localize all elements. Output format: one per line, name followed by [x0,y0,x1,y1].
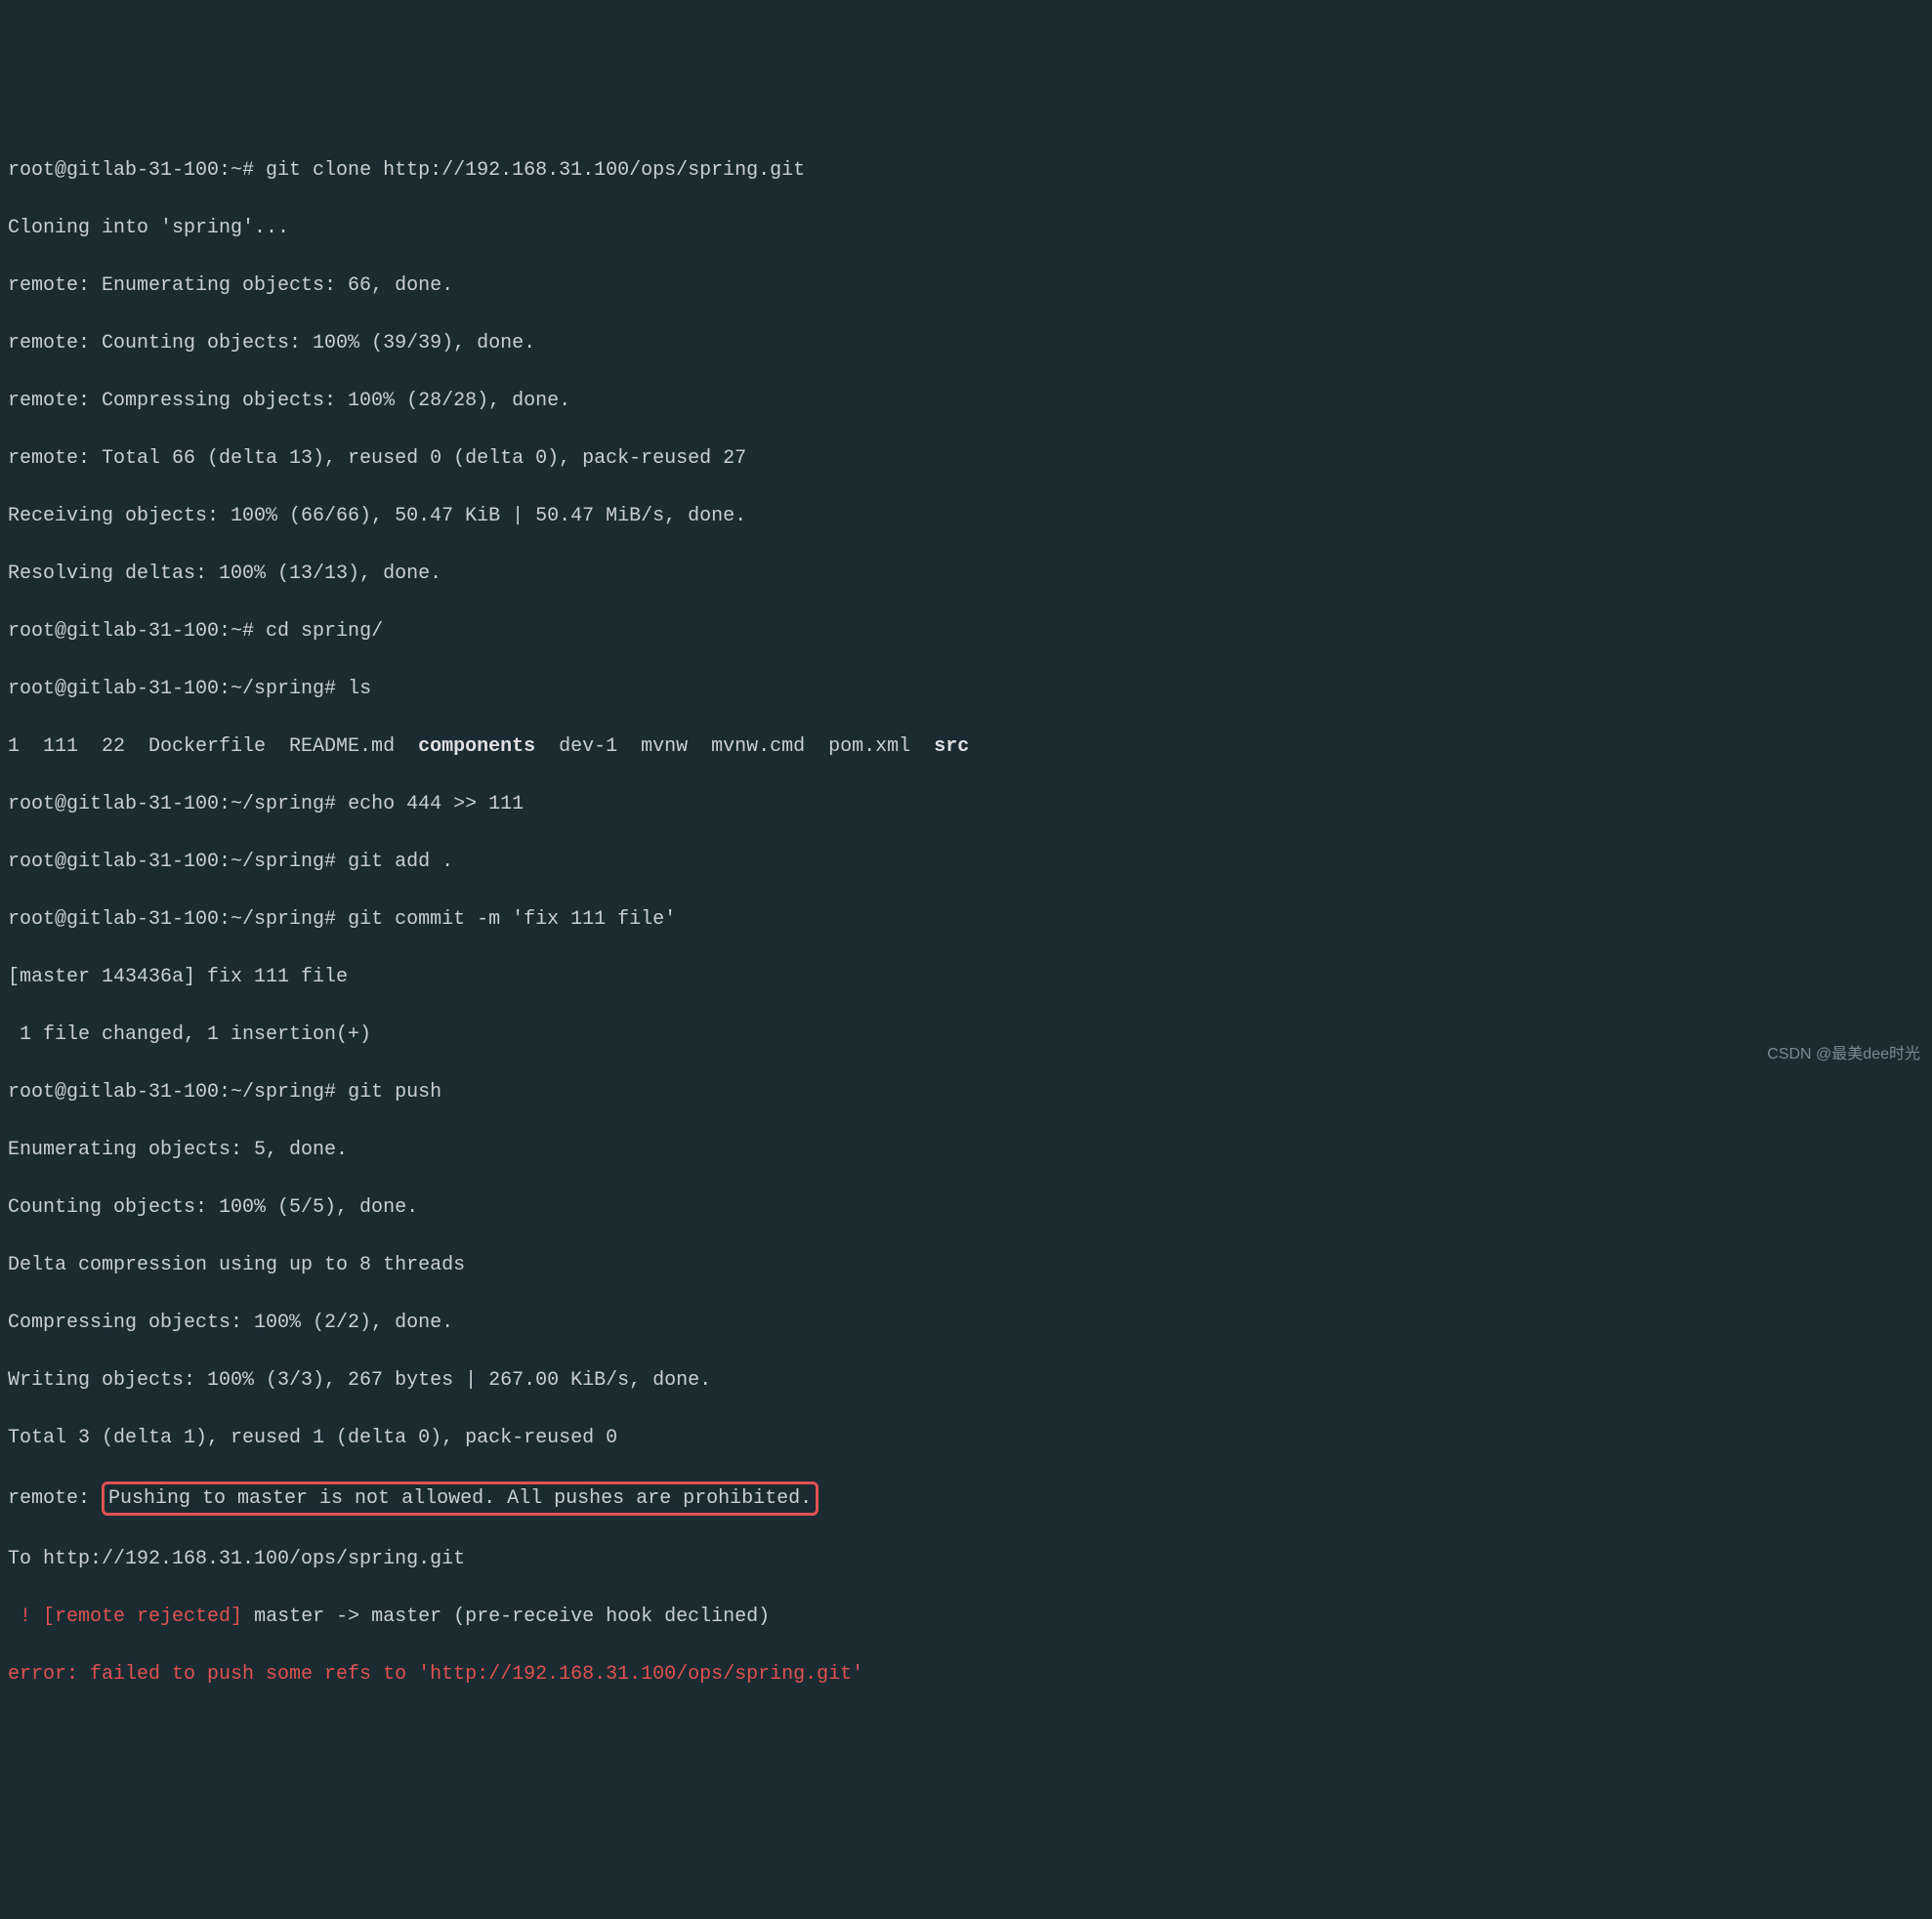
terminal-line: root@gitlab-31-100:~/spring# echo 444 >>… [8,790,1924,819]
ls-directory: src [934,735,969,758]
terminal-line: remote: Enumerating objects: 66, done. [8,271,1924,301]
terminal-line: 1 file changed, 1 insertion(+) [8,1021,1924,1050]
terminal-line: remote: Total 66 (delta 13), reused 0 (d… [8,444,1924,474]
command: echo 444 >> 111 [348,793,524,815]
prompt: root@gitlab-31-100:~/spring# [8,678,348,700]
prompt: root@gitlab-31-100:~/spring# [8,1081,348,1104]
terminal-line: root@gitlab-31-100:~/spring# git add . [8,848,1924,877]
terminal-line: ! [remote rejected] master -> master (pr… [8,1603,1924,1632]
terminal-line: Total 3 (delta 1), reused 1 (delta 0), p… [8,1424,1924,1453]
command: git push [348,1081,441,1104]
command: git add . [348,851,453,873]
terminal-line: Receiving objects: 100% (66/66), 50.47 K… [8,502,1924,531]
terminal-line: [master 143436a] fix 111 file [8,963,1924,992]
terminal-line-highlighted: remote: Pushing to master is not allowed… [8,1481,1924,1517]
prompt: root@gitlab-31-100:~/spring# [8,851,348,873]
terminal-line: To http://192.168.31.100/ops/spring.git [8,1545,1924,1574]
command: git clone http://192.168.31.100/ops/spri… [266,159,805,182]
ls-directory: components [418,735,535,758]
error-message: Pushing to master is not allowed. All pu… [108,1487,812,1510]
terminal-line: Delta compression using up to 8 threads [8,1251,1924,1280]
terminal-line: remote: Compressing objects: 100% (28/28… [8,387,1924,416]
highlight-box: Pushing to master is not allowed. All pu… [102,1481,819,1517]
command: git commit -m 'fix 111 file' [348,908,676,931]
terminal-line: root@gitlab-31-100:~# cd spring/ [8,617,1924,647]
terminal-line: Cloning into 'spring'... [8,214,1924,243]
terminal-line: Compressing objects: 100% (2/2), done. [8,1309,1924,1338]
error-line: error: failed to push some refs to 'http… [8,1660,1924,1690]
ls-output-line: 1 111 22 Dockerfile README.md components… [8,732,1924,762]
terminal-line: Writing objects: 100% (3/3), 267 bytes |… [8,1366,1924,1396]
error-bang: ! [8,1606,43,1628]
terminal-line: root@gitlab-31-100:~/spring# ls [8,675,1924,704]
prompt: root@gitlab-31-100:~# [8,620,266,643]
prompt: root@gitlab-31-100:~/spring# [8,908,348,931]
terminal-line: root@gitlab-31-100:~# git clone http://1… [8,156,1924,186]
terminal-line: Enumerating objects: 5, done. [8,1136,1924,1165]
terminal-output[interactable]: root@gitlab-31-100:~# git clone http://1… [8,127,1924,1718]
remote-prefix: remote: [8,1487,102,1510]
terminal-line: root@gitlab-31-100:~/spring# git push [8,1078,1924,1107]
prompt: root@gitlab-31-100:~/spring# [8,793,348,815]
terminal-line: root@gitlab-31-100:~/spring# git commit … [8,905,1924,935]
terminal-line: remote: Counting objects: 100% (39/39), … [8,329,1924,358]
ls-files: 1 111 22 Dockerfile README.md [8,735,418,758]
remote-rejected: [remote rejected] [43,1606,242,1628]
rejected-detail: master -> master (pre-receive hook decli… [242,1606,770,1628]
ls-files: dev-1 mvnw mvnw.cmd pom.xml [535,735,934,758]
command: cd spring/ [266,620,383,643]
prompt: root@gitlab-31-100:~# [8,159,266,182]
terminal-line: Counting objects: 100% (5/5), done. [8,1193,1924,1223]
watermark: CSDN @最美dee时光 [1767,1040,1920,1069]
terminal-line: Resolving deltas: 100% (13/13), done. [8,560,1924,589]
command: ls [348,678,371,700]
